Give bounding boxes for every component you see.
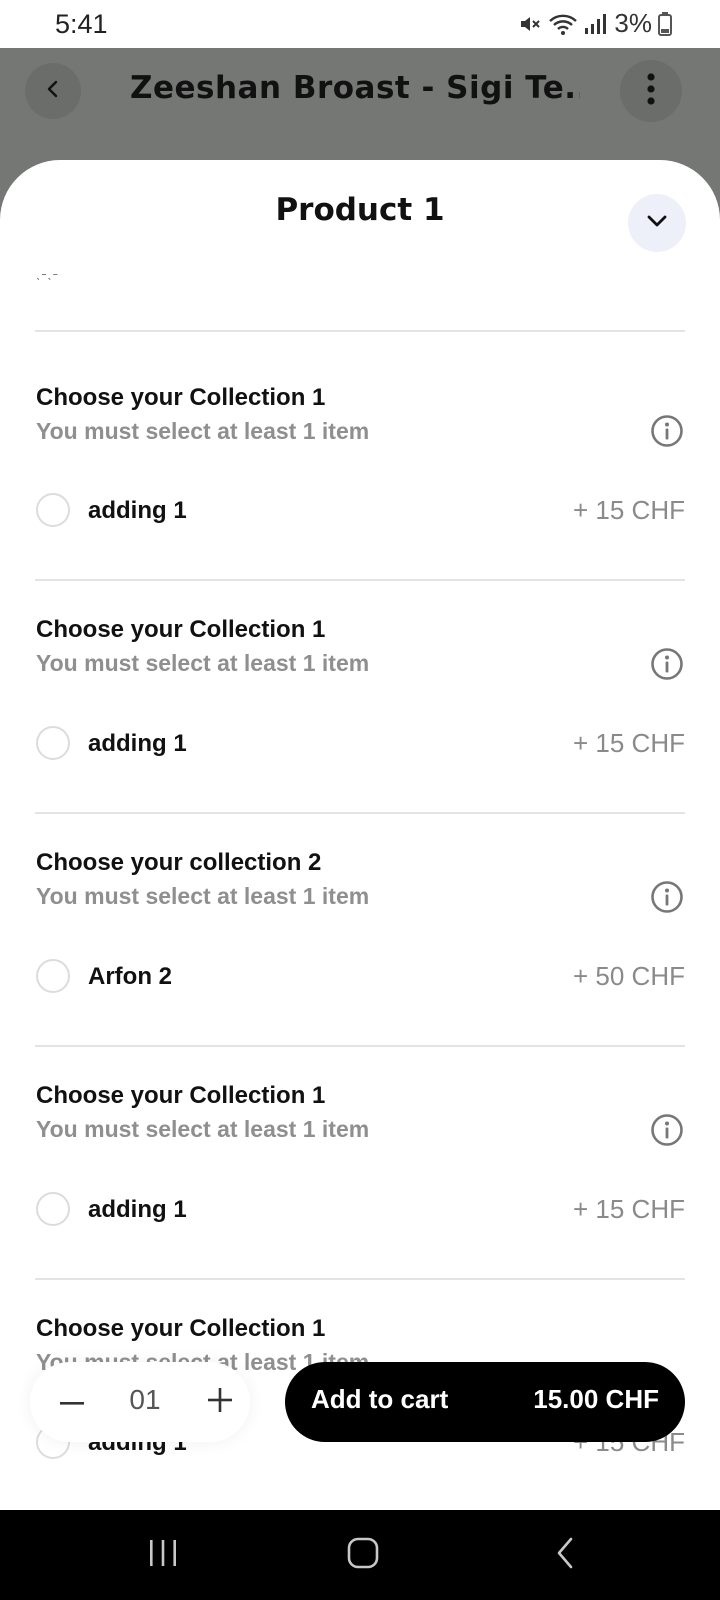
quantity-value: 01	[129, 1384, 161, 1415]
status-time: 5:41	[55, 9, 108, 39]
group-subtitle: You must select at least 1 item	[36, 883, 370, 909]
option-radio[interactable]	[36, 1192, 70, 1226]
group-title: Choose your Collection 1	[36, 1315, 326, 1342]
chevron-down-icon	[645, 213, 669, 234]
option-label: adding 1	[88, 1196, 187, 1223]
divider	[35, 330, 685, 332]
decrease-quantity-button[interactable]	[50, 1380, 94, 1424]
recent-apps-icon	[147, 1538, 179, 1573]
option-price: + 15 CHF	[573, 1194, 685, 1224]
clipped-text: ˎ˗ˎ˗	[36, 264, 59, 280]
option-radio[interactable]	[36, 726, 70, 760]
minus-icon	[60, 1393, 84, 1411]
group-title: Choose your collection 2	[36, 849, 322, 876]
group-subtitle: You must select at least 1 item	[36, 418, 370, 444]
restaurant-title: Zeeshan Broast - Sigi Te...	[130, 70, 580, 106]
divider	[35, 579, 685, 581]
divider	[35, 1045, 685, 1047]
option-price: + 15 CHF	[573, 728, 685, 758]
cart-total: 15.00 CHF	[533, 1384, 659, 1414]
recent-apps-button[interactable]	[133, 1528, 193, 1582]
group-subtitle: You must select at least 1 item	[36, 650, 370, 676]
group-subtitle: You must select at least 1 item	[36, 1116, 370, 1142]
option-label: adding 1	[88, 497, 187, 524]
add-to-cart-label: Add to cart	[311, 1384, 449, 1414]
divider	[35, 1278, 685, 1280]
increase-quantity-button[interactable]	[198, 1380, 242, 1424]
info-icon[interactable]	[650, 647, 684, 681]
status-bar: 5:41 3%	[0, 0, 720, 48]
option-label: adding 1	[88, 730, 187, 757]
more-options-button[interactable]	[620, 60, 682, 122]
more-vertical-icon	[646, 72, 656, 111]
option-label: Arfon 2	[88, 963, 172, 990]
group-title: Choose your Collection 1	[36, 1082, 326, 1109]
divider	[35, 812, 685, 814]
battery-percent: 3%	[614, 8, 652, 38]
option-radio[interactable]	[36, 493, 70, 527]
info-icon[interactable]	[650, 880, 684, 914]
system-nav-bar	[0, 1510, 720, 1600]
sheet-title: Product 1	[275, 192, 445, 228]
add-to-cart-button[interactable]: Add to cart 15.00 CHF	[285, 1362, 685, 1442]
nav-back-button[interactable]	[535, 1528, 595, 1582]
collapse-button[interactable]	[628, 194, 686, 252]
home-icon	[347, 1537, 379, 1574]
back-button[interactable]	[25, 63, 81, 119]
signal-icon	[584, 12, 607, 36]
quantity-stepper: 01	[30, 1362, 250, 1442]
info-icon[interactable]	[650, 1113, 684, 1147]
group-title: Choose your Collection 1	[36, 384, 326, 411]
option-price: + 15 CHF	[573, 495, 685, 525]
wifi-icon	[548, 12, 578, 36]
nav-back-icon	[554, 1536, 576, 1575]
option-radio[interactable]	[36, 959, 70, 993]
mute-icon	[518, 12, 542, 36]
product-sheet: Product 1 ˎ˗ˎ˗ Choose your Collection 1 …	[0, 160, 720, 1510]
home-button[interactable]	[333, 1528, 393, 1582]
info-icon[interactable]	[650, 414, 684, 448]
option-price: + 50 CHF	[573, 961, 685, 991]
back-icon	[42, 78, 64, 105]
status-icons: 3%	[518, 8, 672, 39]
group-title: Choose your Collection 1	[36, 616, 326, 643]
battery-icon	[658, 11, 672, 36]
plus-icon	[208, 1387, 232, 1417]
